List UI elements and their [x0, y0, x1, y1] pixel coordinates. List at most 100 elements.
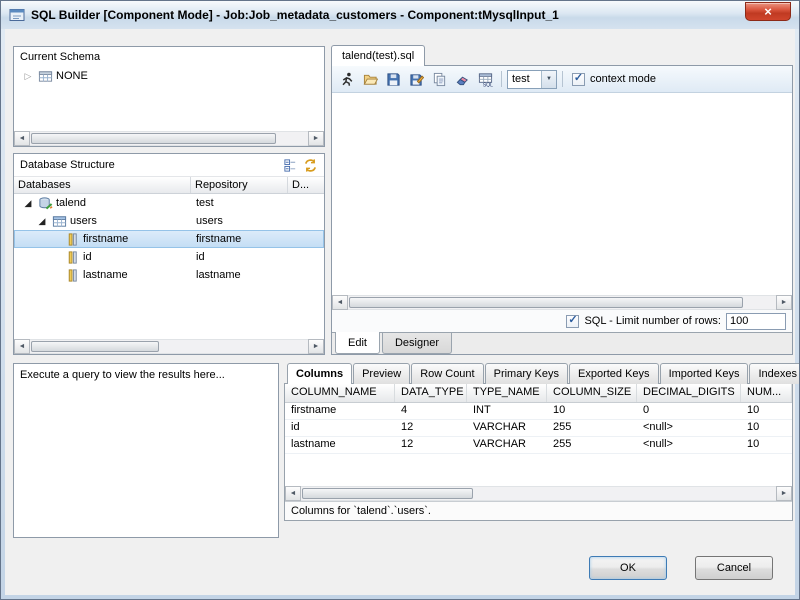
limit-rows-checkbox[interactable]: ✓	[566, 315, 579, 328]
check-icon: ✓	[568, 315, 577, 326]
table-header-cell[interactable]: NUM...	[741, 384, 792, 402]
tab-preview[interactable]: Preview	[353, 363, 410, 384]
refresh-button[interactable]	[300, 155, 320, 175]
scroll-left-button[interactable]: ◄	[14, 339, 30, 354]
table-cell: 10	[741, 420, 792, 436]
tab-sql-file[interactable]: talend(test).sql	[331, 45, 425, 66]
tab-exported-keys[interactable]: Exported Keys	[569, 363, 659, 384]
scrollbar-thumb[interactable]	[302, 488, 473, 499]
save-button[interactable]	[382, 68, 404, 90]
tree-row-firstname[interactable]: firstname firstname	[14, 230, 324, 248]
tree-item-repository: lastname	[191, 269, 288, 281]
sql-toolbar: SQL test ▼ ✓ context mode	[332, 66, 792, 93]
table-cell: 4	[395, 403, 467, 419]
database-structure-hscrollbar[interactable]: ◄ ►	[14, 339, 324, 354]
tree-row-id[interactable]: id id	[14, 248, 324, 266]
chevron-down-icon: ▼	[546, 76, 552, 82]
copy-query-button[interactable]	[428, 68, 450, 90]
clear-query-button[interactable]	[451, 68, 473, 90]
scroll-right-icon: ►	[313, 135, 320, 142]
column-icon	[64, 267, 80, 283]
sql-template-button[interactable]: SQL	[474, 68, 496, 90]
tree-row-talend[interactable]: ◢ talend test	[14, 194, 324, 212]
combo-dropdown-button[interactable]: ▼	[541, 71, 556, 88]
scrollbar-thumb[interactable]	[349, 297, 743, 308]
table-row[interactable]: lastname 12 VARCHAR 255 <null> 10	[285, 437, 792, 454]
scroll-left-button[interactable]: ◄	[332, 295, 348, 310]
scrollbar-thumb[interactable]	[31, 133, 276, 144]
tab-primary-keys[interactable]: Primary Keys	[485, 363, 568, 384]
tab-columns[interactable]: Columns	[287, 363, 352, 384]
table-row[interactable]: firstname 4 INT 10 0 10	[285, 403, 792, 420]
detail-status-text: Columns for `talend`.`users`.	[285, 501, 792, 520]
current-schema-title: Current Schema	[14, 47, 324, 67]
scroll-right-button[interactable]: ►	[308, 339, 324, 354]
titlebar[interactable]: SQL Builder [Component Mode] - Job:Job_m…	[1, 1, 799, 29]
tab-indexes[interactable]: Indexes	[749, 363, 800, 384]
table-cell: <null>	[637, 437, 741, 453]
table-header-cell[interactable]: DATA_TYPE	[395, 384, 467, 402]
limit-rows-input[interactable]	[726, 313, 786, 330]
tab-row-count[interactable]: Row Count	[411, 363, 483, 384]
collapse-all-button[interactable]	[280, 155, 300, 175]
table-header-cell[interactable]: TYPE_NAME	[467, 384, 547, 402]
tree-item-repository: users	[191, 215, 288, 227]
run-query-button[interactable]	[336, 68, 358, 90]
expand-arrow-icon[interactable]: ◢	[22, 199, 34, 208]
table-cell: 10	[741, 437, 792, 453]
save-as-button[interactable]	[405, 68, 427, 90]
scrollbar-thumb[interactable]	[31, 341, 159, 352]
editor-hscrollbar[interactable]: ◄ ►	[332, 295, 792, 310]
metadata-detail-panel: Columns Preview Row Count Primary Keys E…	[284, 363, 793, 521]
column-header-dbtype[interactable]: D...	[288, 177, 324, 193]
expand-arrow-icon[interactable]: ▷	[22, 72, 34, 81]
copy-query-icon	[432, 72, 447, 87]
scrollbar-track[interactable]	[301, 486, 776, 501]
scroll-right-icon: ►	[781, 299, 788, 306]
scrollbar-track[interactable]	[30, 131, 308, 146]
context-mode-checkbox-box[interactable]: ✓	[572, 73, 585, 86]
table-header-cell[interactable]: COLUMN_NAME	[285, 384, 395, 402]
tab-imported-keys[interactable]: Imported Keys	[660, 363, 749, 384]
svg-text:SQL: SQL	[482, 82, 492, 86]
tree-row-lastname[interactable]: lastname lastname	[14, 266, 324, 284]
detail-hscrollbar[interactable]: ◄ ►	[285, 486, 792, 501]
detail-tab-row: Columns Preview Row Count Primary Keys E…	[284, 363, 793, 384]
context-mode-checkbox[interactable]: ✓ context mode	[568, 73, 660, 86]
close-button[interactable]: ×	[745, 2, 791, 21]
sql-template-icon: SQL	[478, 72, 493, 87]
cancel-button[interactable]: Cancel	[695, 556, 773, 580]
scroll-right-button[interactable]: ►	[308, 131, 324, 146]
scroll-left-button[interactable]: ◄	[14, 131, 30, 146]
tree-item-none[interactable]: ▷ NONE	[14, 67, 324, 85]
open-file-button[interactable]	[359, 68, 381, 90]
current-schema-hscrollbar[interactable]: ◄ ►	[14, 131, 324, 146]
sql-editor-panel: talend(test).sql	[331, 45, 793, 355]
tab-designer[interactable]: Designer	[382, 333, 452, 354]
scroll-right-button[interactable]: ►	[776, 295, 792, 310]
column-header-repository[interactable]: Repository	[191, 177, 288, 193]
tab-edit[interactable]: Edit	[335, 332, 380, 354]
context-combo[interactable]: test ▼	[507, 70, 557, 89]
expand-arrow-icon[interactable]: ◢	[36, 217, 48, 226]
column-header-databases[interactable]: Databases	[14, 177, 191, 193]
table-header-cell[interactable]: DECIMAL_DIGITS	[637, 384, 741, 402]
table-cell: 10	[547, 403, 637, 419]
database-connection-icon	[37, 195, 53, 211]
tree-item-label: users	[70, 215, 97, 227]
scroll-left-button[interactable]: ◄	[285, 486, 301, 501]
table-header-cell[interactable]: COLUMN_SIZE	[547, 384, 637, 402]
ok-button[interactable]: OK	[589, 556, 667, 580]
tree-column-headers: Databases Repository D...	[14, 176, 324, 194]
schema-icon	[37, 68, 53, 84]
table-row[interactable]: id 12 VARCHAR 255 <null> 10	[285, 420, 792, 437]
sql-editor-textarea[interactable]	[332, 93, 792, 295]
query-results-panel: Execute a query to view the results here…	[13, 363, 279, 538]
scroll-right-button[interactable]: ►	[776, 486, 792, 501]
tree-row-users[interactable]: ◢ users users	[14, 212, 324, 230]
table-header-row: COLUMN_NAME DATA_TYPE TYPE_NAME COLUMN_S…	[285, 384, 792, 403]
save-icon	[386, 72, 401, 87]
scrollbar-track[interactable]	[348, 295, 776, 310]
tab-label: Imported Keys	[669, 368, 740, 380]
scrollbar-track[interactable]	[30, 339, 308, 354]
